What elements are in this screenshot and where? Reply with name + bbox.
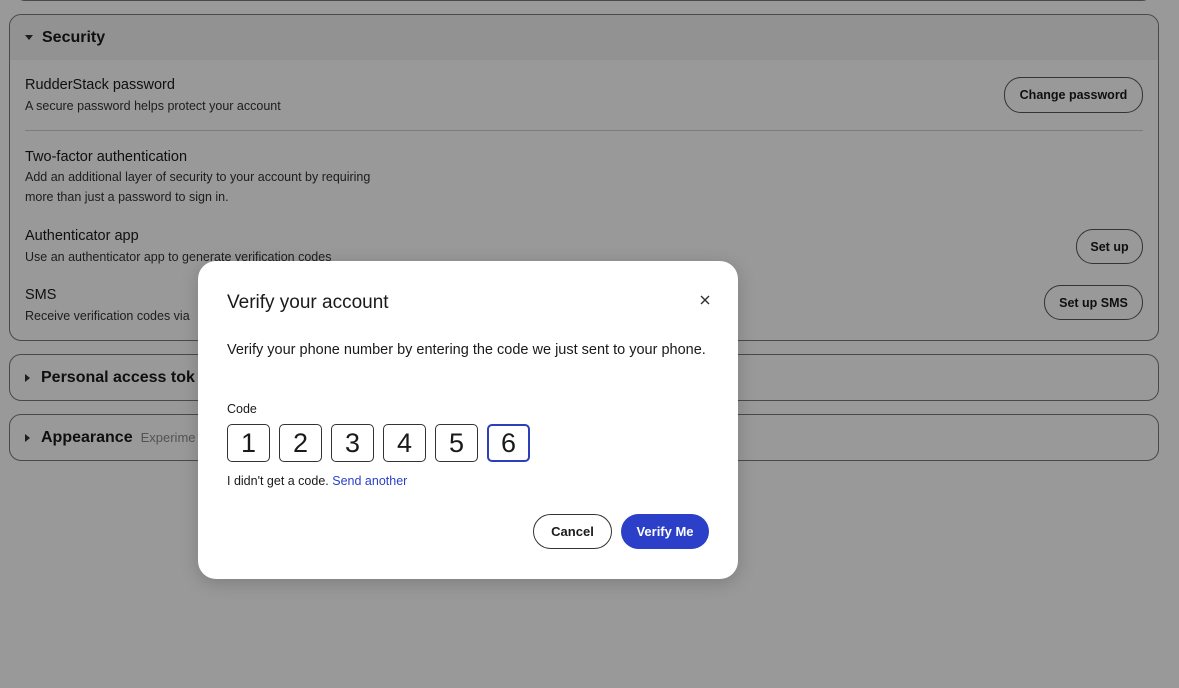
close-icon-glyph (700, 295, 710, 305)
verify-button[interactable]: Verify Me (621, 514, 709, 549)
modal-body-text: Verify your phone number by entering the… (227, 342, 706, 358)
code-digit-input[interactable]: 2 (279, 424, 322, 462)
code-digit-input-active[interactable]: 6 (487, 424, 530, 462)
send-another-link[interactable]: Send another (332, 474, 407, 488)
code-label: Code (227, 402, 257, 416)
resend-text: I didn't get a code. (227, 474, 329, 488)
code-digit-input[interactable]: 3 (331, 424, 374, 462)
code-digit-input[interactable]: 1 (227, 424, 270, 462)
modal-title: Verify your account (227, 292, 389, 313)
resend-row: I didn't get a code. Send another (227, 474, 407, 488)
code-digit-input[interactable]: 4 (383, 424, 426, 462)
verify-modal: Verify your account Verify your phone nu… (198, 261, 738, 579)
code-digit-input[interactable]: 5 (435, 424, 478, 462)
close-icon[interactable] (695, 290, 715, 310)
code-input-group: 1 2 3 4 5 6 (227, 424, 530, 462)
cancel-button[interactable]: Cancel (533, 514, 612, 549)
